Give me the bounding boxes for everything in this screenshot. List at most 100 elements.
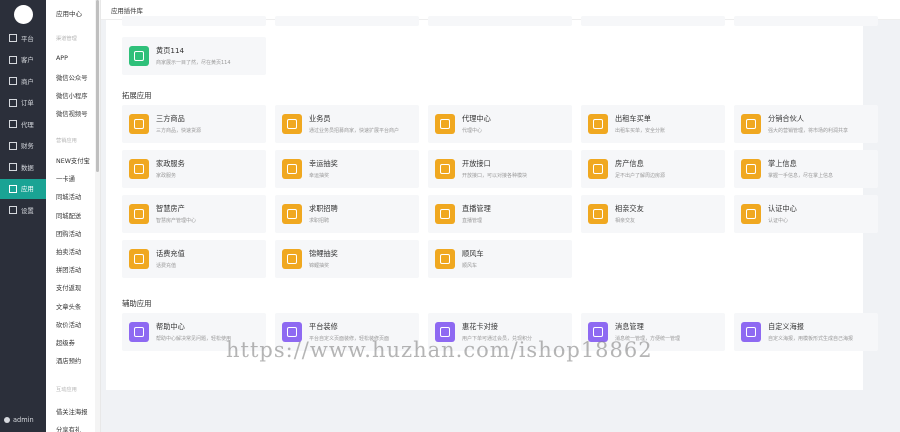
sub-menu-item[interactable]: NEW支付宝	[56, 156, 96, 165]
app-icon	[588, 114, 608, 134]
app-name: 自定义海报	[768, 322, 804, 331]
app-card[interactable]: 业务员 通过业务员招募商家，快速扩展平台商户	[275, 105, 419, 143]
app-desc: 相亲交友	[615, 218, 636, 224]
sidebar-item-label: 平台	[21, 34, 34, 43]
app-name: 房产信息	[615, 159, 644, 168]
app-name: 代理中心	[462, 114, 491, 123]
sub-menu-item[interactable]: 同城配送	[56, 211, 96, 220]
sidebar-item-label: 商户	[21, 77, 34, 86]
app-name: 认证中心	[768, 204, 797, 213]
partial-card[interactable]	[428, 16, 572, 26]
avatar[interactable]	[14, 5, 33, 24]
app-name: 平台装修	[309, 322, 338, 331]
app-card[interactable]: 直播管理 直播管理	[428, 195, 572, 233]
app-card[interactable]: 顺风车 顺风车	[428, 240, 572, 278]
section-title-expand: 拓展应用	[122, 91, 152, 100]
app-card[interactable]: 求职招聘 求职招聘	[275, 195, 419, 233]
app-icon	[588, 204, 608, 224]
sidebar-item[interactable]: 应用	[0, 178, 46, 199]
main-sidebar: 平台客户商户订单 代理 财务 数据应用设置 admin	[0, 0, 46, 432]
section-title-aux: 辅助应用	[122, 299, 152, 308]
grid-icon	[129, 46, 149, 66]
partial-card[interactable]	[734, 16, 878, 26]
sidebar-item[interactable]: 代理	[0, 114, 46, 134]
user-menu[interactable]: admin	[4, 416, 34, 424]
sidebar-item[interactable]: 数据	[0, 157, 46, 177]
app-desc: 话费充值	[156, 263, 177, 269]
person-icon	[9, 55, 17, 64]
sub-menu-item[interactable]: 微信视频号	[56, 109, 96, 118]
app-library-panel: 黄页114 商家展示一目了然，尽在黄页114 拓展应用 辅助应用 三方商品 三方商…	[106, 16, 878, 390]
app-card[interactable]: 幸运抽奖 幸运抽奖	[275, 150, 419, 188]
chart-icon	[9, 163, 17, 171]
app-desc: 家政服务	[156, 173, 177, 179]
sub-menu-item[interactable]: 一卡通	[56, 174, 96, 183]
sidebar-item[interactable]: 财务	[0, 136, 46, 156]
app-card[interactable]: 代理中心 代理中心	[428, 105, 572, 143]
partial-card[interactable]	[581, 16, 725, 26]
app-card[interactable]: 出租车买单 出租车买单，安全分账	[581, 105, 725, 143]
app-name: 掌上信息	[768, 159, 797, 168]
sidebar-item[interactable]: 订单	[0, 93, 46, 113]
sub-menu-item[interactable]: 同城活动	[56, 192, 96, 201]
sidebar-item[interactable]: 平台	[0, 28, 46, 48]
app-icon	[435, 249, 455, 269]
sub-menu-item[interactable]: 借关注海报	[56, 407, 96, 416]
app-icon	[741, 114, 761, 134]
app-card[interactable]: 智慧房产 智慧房产管理中心	[122, 195, 266, 233]
sidebar-item-label: 应用	[21, 185, 34, 193]
app-icon	[282, 159, 302, 179]
app-name: 顺风车	[462, 249, 484, 258]
app-card[interactable]: 开放接口 开放接口，可以对接各种模块	[428, 150, 572, 188]
sub-menu-item[interactable]: 拍卖活动	[56, 247, 96, 256]
app-card[interactable]: 锦鲤抽奖 锦鲤抽奖	[275, 240, 419, 278]
sub-menu-item[interactable]: 砍价活动	[56, 320, 96, 329]
app-card-yellow-page[interactable]: 黄页114 商家展示一目了然，尽在黄页114	[122, 37, 266, 75]
sub-menu-item[interactable]: 酒店预约	[56, 356, 96, 365]
partial-card[interactable]	[122, 16, 266, 26]
app-icon	[282, 114, 302, 134]
app-desc: 代理中心	[462, 128, 483, 134]
app-name: 家政服务	[156, 159, 185, 168]
sub-menu-item[interactable]: 微信小程序	[56, 91, 96, 100]
sub-menu-title[interactable]: 应用中心	[56, 8, 82, 18]
app-desc: 直播管理	[462, 218, 483, 224]
sidebar-item[interactable]: 设置	[0, 200, 46, 220]
app-card[interactable]: 分销合伙人 强大的营销管理，将市场的利润共享	[734, 105, 878, 143]
sub-menu-item[interactable]: APP	[56, 55, 96, 62]
submenu-scrollbar[interactable]	[96, 0, 99, 172]
app-card[interactable]: 房产信息 足不出户了解周边房源	[581, 150, 725, 188]
partial-card[interactable]	[275, 16, 419, 26]
app-name: 话费充值	[156, 249, 185, 258]
app-card[interactable]: 话费充值 话费充值	[122, 240, 266, 278]
app-card[interactable]: 相亲交友 相亲交友	[581, 195, 725, 233]
app-card[interactable]: 掌上信息 掌握一手信息，尽在掌上信息	[734, 150, 878, 188]
app-card[interactable]: 家政服务 家政服务	[122, 150, 266, 188]
sub-menu-item[interactable]: 团购活动	[56, 229, 96, 238]
app-card[interactable]: 自定义海报 自定义海报，用模板形式生成自己海报	[734, 313, 878, 351]
sub-menu-item[interactable]: 分享有礼	[56, 425, 96, 432]
breadcrumb: 应用插件库	[111, 7, 143, 15]
sub-menu-item[interactable]: 拼团活动	[56, 265, 96, 274]
app-name: 帮助中心	[156, 322, 185, 331]
sidebar-item[interactable]: 客户	[0, 50, 46, 70]
app-card[interactable]: 认证中心 认证中心	[734, 195, 878, 233]
app-card[interactable]: 三方商品三方商品，快速货源	[122, 105, 266, 143]
app-name: 三方商品	[156, 114, 185, 123]
app-icon	[435, 114, 455, 134]
app-name: 相亲交友	[615, 204, 644, 213]
app-icon	[129, 114, 149, 134]
app-desc: 三方商品，快速货源	[156, 128, 202, 134]
sub-menu-item[interactable]: 文章头条	[56, 302, 96, 311]
sub-menu-item[interactable]: 支付返现	[56, 283, 96, 292]
app-name: 分销合伙人	[768, 114, 804, 123]
app-icon	[9, 184, 17, 193]
sub-menu-item[interactable]: 微信公众号	[56, 73, 96, 82]
gear-icon	[9, 206, 17, 214]
app-desc: 开放接口，可以对接各种模块	[462, 173, 528, 179]
sidebar-item[interactable]: 商户	[0, 71, 46, 91]
sub-menu-item[interactable]: 超级券	[56, 338, 96, 347]
app-name: 消息管理	[615, 322, 644, 331]
app-name: 直播管理	[462, 204, 491, 213]
sidebar-item-label: 设置	[21, 206, 34, 215]
